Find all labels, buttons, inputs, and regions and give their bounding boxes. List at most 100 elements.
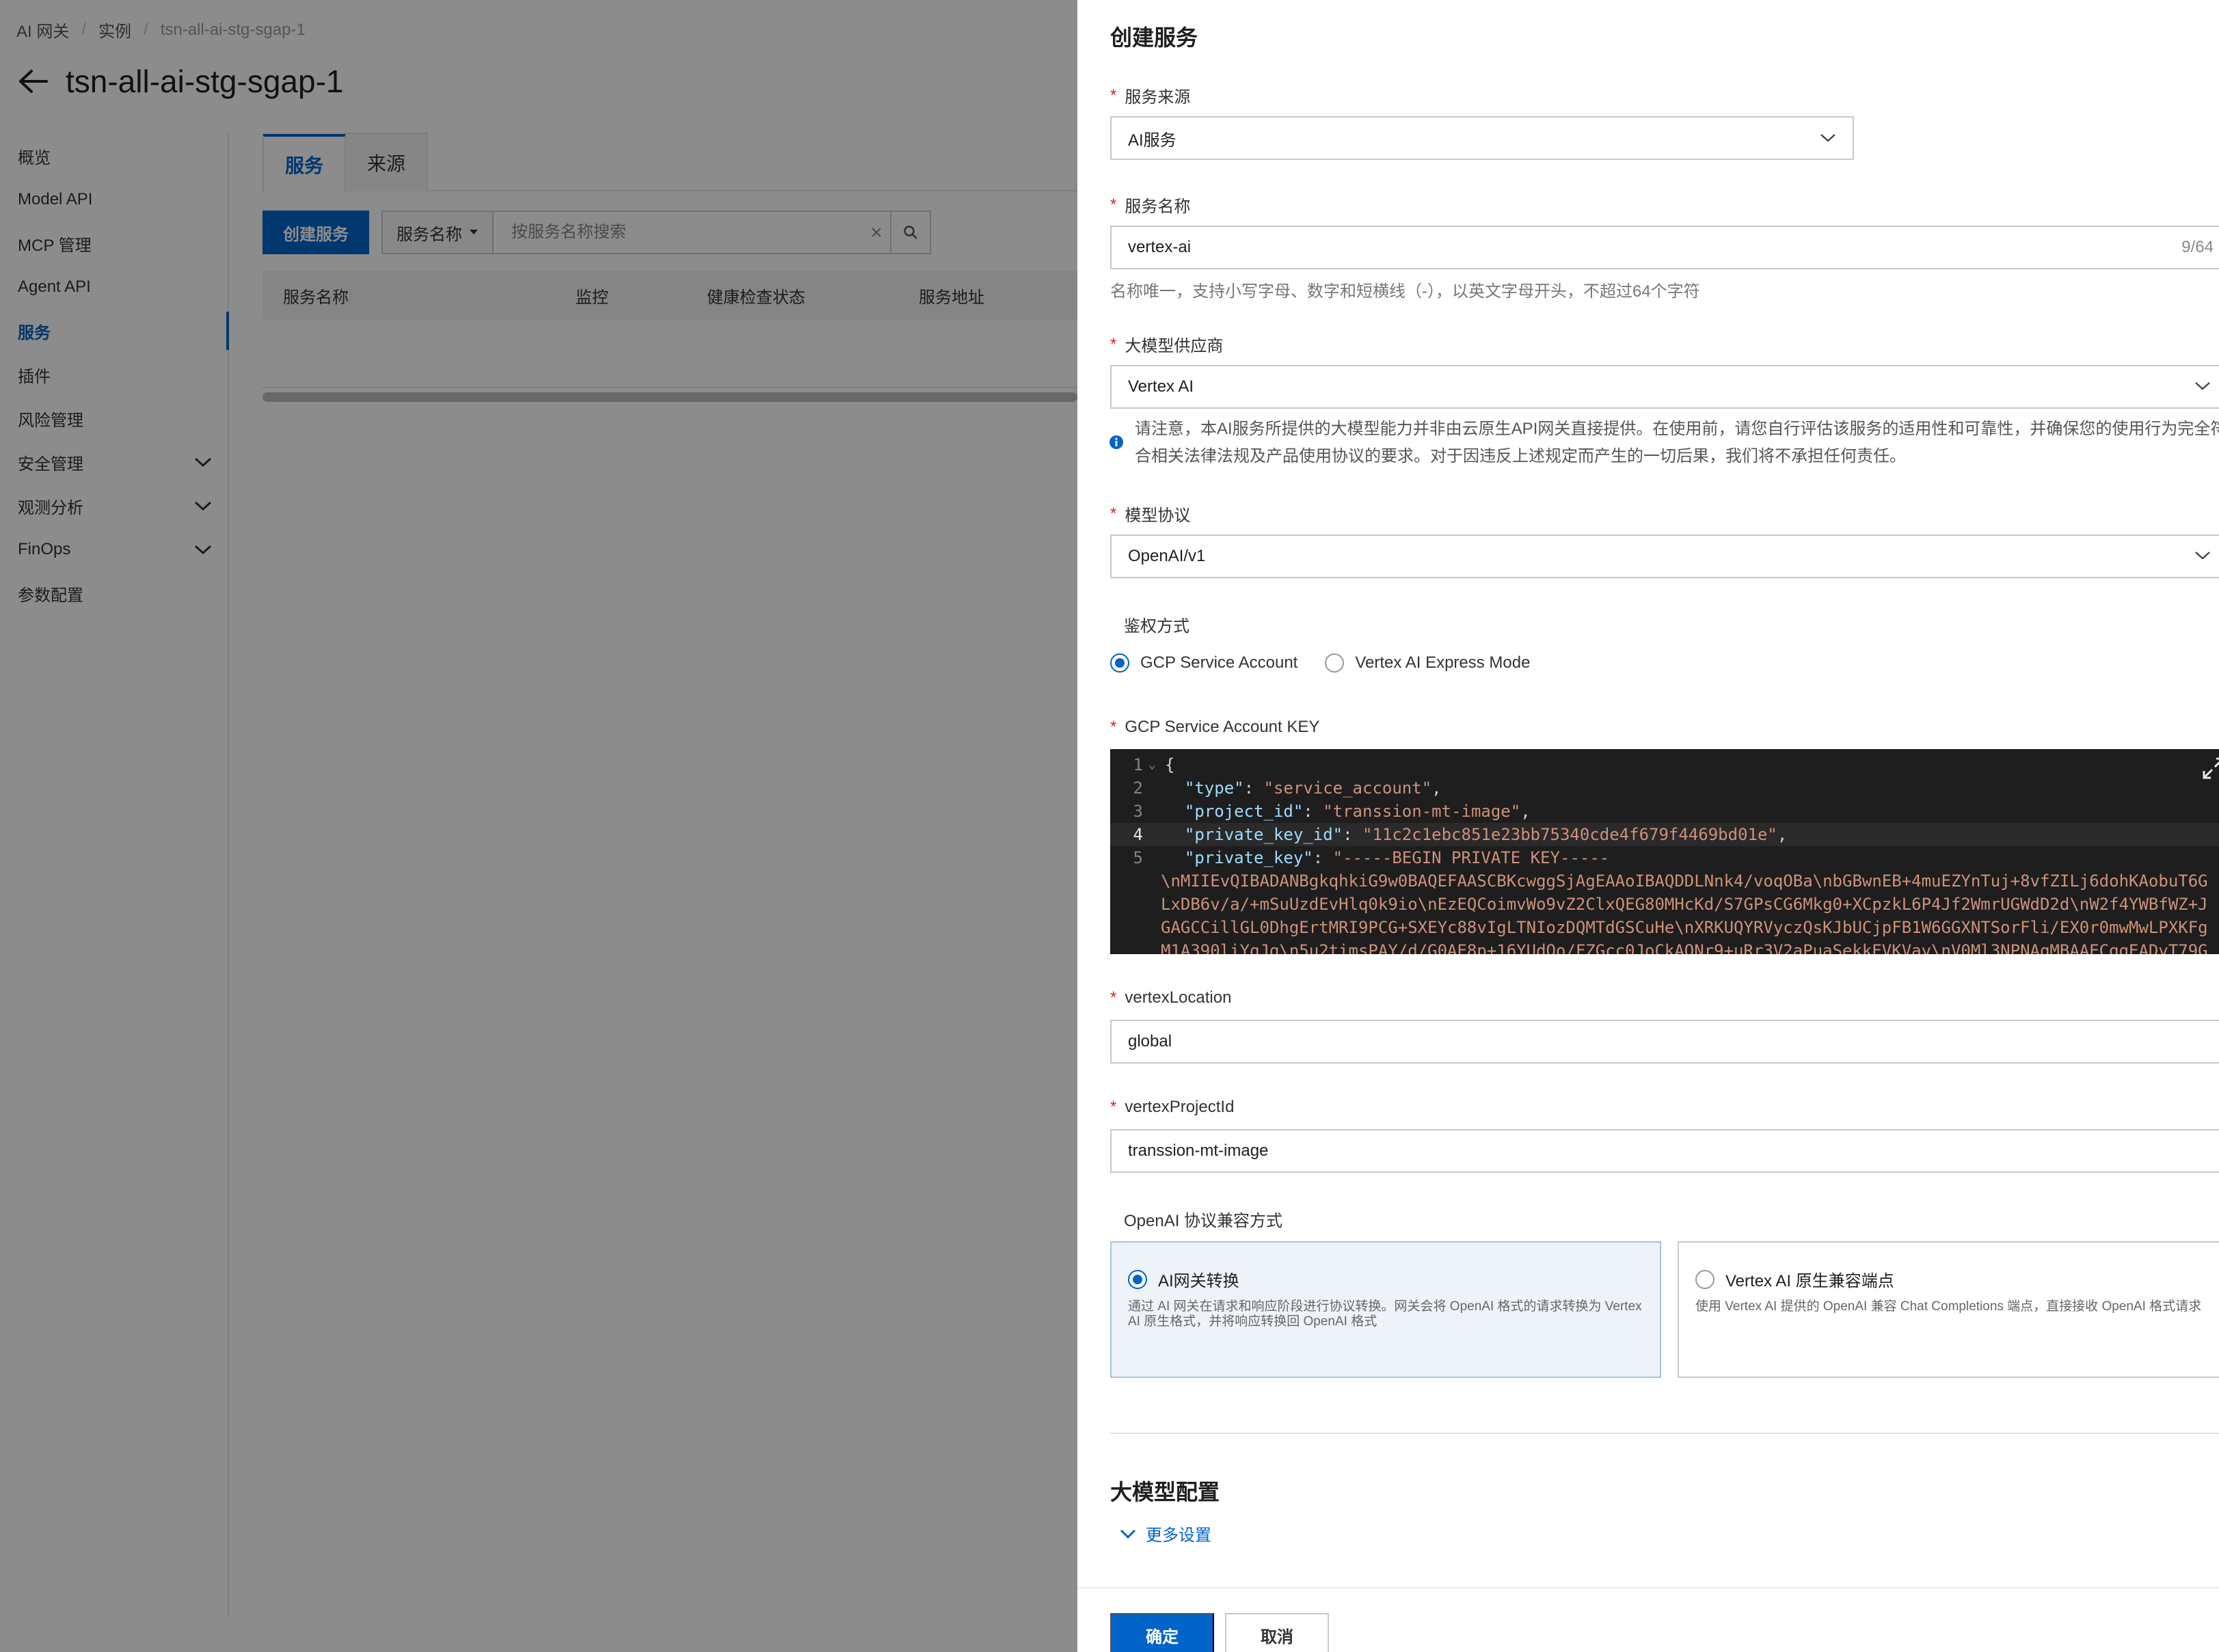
chevron-down-icon xyxy=(2195,382,2210,390)
json-key: "private_key_id" xyxy=(1184,825,1343,844)
code-line: 5 "private_key": "-----BEGIN PRIVATE KEY… xyxy=(1110,846,2219,869)
vertex-location-input[interactable]: global xyxy=(1110,1020,2219,1064)
service-source-value: AI服务 xyxy=(1128,131,1176,150)
compat-card-title: Vertex AI 原生兼容端点 xyxy=(1695,1267,2211,1291)
provider-notice: 请注意，本AI服务所提供的大模型能力并非由云原生API网关直接提供。在使用前，请… xyxy=(1109,416,2219,470)
compat-card-native[interactable]: Vertex AI 原生兼容端点 使用 Vertex AI 提供的 OpenAI… xyxy=(1678,1241,2219,1378)
auth-option-label: Vertex AI Express Mode xyxy=(1355,653,1531,672)
code-text: "project_id": "transsion-mt-image", xyxy=(1184,802,1531,821)
protocol-label: * 模型协议 xyxy=(1110,502,1190,526)
json-value: "service_account" xyxy=(1263,778,1432,798)
expand-icon[interactable] xyxy=(2201,756,2219,781)
service-name-value: vertex-ai xyxy=(1128,238,1192,256)
service-name-label-text: 服务名称 xyxy=(1125,198,1191,216)
provider-label-text: 大模型供应商 xyxy=(1125,337,1224,355)
chevron-down-icon xyxy=(2195,552,2210,560)
radio-unchecked-icon xyxy=(1325,653,1345,673)
radio-checked-icon xyxy=(1110,653,1129,673)
code-text: { xyxy=(1165,755,1175,774)
vertex-project-label: * vertexProjectId xyxy=(1110,1098,1234,1117)
fold-gutter xyxy=(1148,800,1165,823)
json-key: "project_id" xyxy=(1184,802,1304,821)
notice-text: 请注意，本AI服务所提供的大模型能力并非由云原生API网关直接提供。在使用前，请… xyxy=(1135,420,2219,465)
json-key: "type" xyxy=(1184,778,1244,798)
modal-overlay[interactable] xyxy=(0,0,1077,1652)
provider-label: * 大模型供应商 xyxy=(1110,332,1223,356)
gcp-key-editor[interactable]: 1 ⌄{ 2 "type": "service_account", 3 "proj… xyxy=(1110,749,2219,954)
auth-option-label: GCP Service Account xyxy=(1140,653,1298,672)
json-value: "-----BEGIN PRIVATE KEY----- xyxy=(1332,848,1610,867)
auth-label: 鉴权方式 xyxy=(1124,617,1189,636)
protocol-label-text: 模型协议 xyxy=(1125,506,1191,525)
compat-card-gateway[interactable]: AI网关转换 通过 AI 网关在请求和响应阶段进行协议转换。网关会将 OpenA… xyxy=(1110,1241,1661,1378)
protocol-select[interactable]: OpenAI/v1 xyxy=(1110,534,2219,578)
fold-gutter xyxy=(1148,846,1165,869)
section-divider xyxy=(1110,1433,2219,1434)
code-line: 3 "project_id": "transsion-mt-image", xyxy=(1110,800,2219,823)
footer-divider xyxy=(1077,1587,2219,1588)
required-mark: * xyxy=(1110,504,1117,523)
more-settings-toggle[interactable]: 更多设置 xyxy=(1120,1521,1211,1545)
code-text: "private_key_id": "11c2c1ebc851e23bb7534… xyxy=(1184,825,1788,844)
line-number: 3 xyxy=(1133,802,1143,821)
vertex-project-input[interactable]: transsion-mt-image xyxy=(1110,1129,2219,1173)
service-source-label: * 服务来源 xyxy=(1110,83,1190,107)
required-mark: * xyxy=(1110,1098,1117,1116)
json-value: "11c2c1ebc851e23bb75340cde4f679f4469bd01… xyxy=(1362,825,1777,844)
service-name-input[interactable]: vertex-ai 9/64 xyxy=(1110,226,2219,269)
vertex-location-label-text: vertexLocation xyxy=(1125,988,1232,1007)
json-key: "private_key" xyxy=(1184,848,1313,867)
compat-card-title: AI网关转换 xyxy=(1128,1267,1643,1291)
service-source-select[interactable]: AI服务 xyxy=(1110,116,1854,160)
radio-unchecked-icon xyxy=(1695,1269,1714,1289)
protocol-value: OpenAI/v1 xyxy=(1128,547,1206,565)
fold-icon[interactable]: ⌄ xyxy=(1148,753,1165,776)
service-source-label-text: 服务来源 xyxy=(1125,88,1191,107)
gcp-key-label: * GCP Service Account KEY xyxy=(1110,718,1319,737)
required-mark: * xyxy=(1110,988,1117,1007)
fold-gutter xyxy=(1148,776,1165,800)
confirm-button[interactable]: 确定 xyxy=(1110,1613,1214,1652)
code-text: "type": "service_account", xyxy=(1184,778,1442,798)
json-value: "transsion-mt-image" xyxy=(1323,802,1521,821)
compat-card-title-text: Vertex AI 原生兼容端点 xyxy=(1725,1272,1894,1290)
required-mark: * xyxy=(1110,718,1117,736)
vertex-project-label-text: vertexProjectId xyxy=(1125,1098,1235,1116)
code-wrapped-text: GAGCCillGL0DhgErtMRI9PCG+SXEYc88vIgLTNIo… xyxy=(1161,918,2208,937)
more-settings-label: 更多设置 xyxy=(1146,1526,1211,1545)
line-number: 5 xyxy=(1133,848,1143,867)
code-text: "private_key": "-----BEGIN PRIVATE KEY--… xyxy=(1184,848,1610,867)
line-number: 2 xyxy=(1133,778,1143,798)
auth-radio-group: GCP Service Account Vertex AI Express Mo… xyxy=(1110,653,1530,673)
provider-select[interactable]: Vertex AI xyxy=(1110,365,2219,409)
info-icon xyxy=(1110,435,1123,449)
required-mark: * xyxy=(1110,85,1117,105)
code-wrapped-text: M1A390liYqJg\n5u2timsPAY/d/G0AE8p+16YUdO… xyxy=(1161,941,2208,954)
vertex-location-label: * vertexLocation xyxy=(1110,988,1231,1007)
code-line-active: 4 "private_key_id": "11c2c1ebc851e23bb75… xyxy=(1110,823,2219,846)
char-counter: 9/64 xyxy=(2181,238,2214,256)
service-name-help: 名称唯一，支持小写字母、数字和短横线（-），以英文字母开头，不超过64个字符 xyxy=(1110,282,1700,301)
line-number: 4 xyxy=(1133,825,1143,844)
compat-label: OpenAI 协议兼容方式 xyxy=(1124,1212,1283,1230)
radio-checked-icon xyxy=(1128,1269,1147,1289)
cancel-button[interactable]: 取消 xyxy=(1225,1613,1329,1652)
service-name-label: * 服务名称 xyxy=(1110,193,1190,217)
drawer-title: 创建服务 xyxy=(1110,25,1198,50)
auth-option-express[interactable]: Vertex AI Express Mode xyxy=(1325,653,1530,673)
provider-value: Vertex AI xyxy=(1128,377,1194,396)
vertex-project-value: transsion-mt-image xyxy=(1128,1141,1269,1160)
chevron-down-icon xyxy=(1120,1529,1136,1539)
model-config-title: 大模型配置 xyxy=(1110,1480,1220,1504)
compat-card-title-text: AI网关转换 xyxy=(1158,1272,1239,1290)
code-line: 2 "type": "service_account", xyxy=(1110,776,2219,800)
code-line: 1 ⌄{ xyxy=(1110,753,2219,776)
vertex-location-value: global xyxy=(1128,1032,1172,1051)
auth-option-gcp[interactable]: GCP Service Account xyxy=(1110,653,1297,673)
fold-gutter xyxy=(1148,823,1165,846)
chevron-down-icon xyxy=(1820,134,1835,142)
line-number: 1 xyxy=(1133,755,1143,774)
code-wrapped-text: LxDB6v/a/+mSuUzdEvHlq0k9io\nEzEQCoimvWo9… xyxy=(1161,895,2208,914)
required-mark: * xyxy=(1110,195,1117,214)
compat-card-desc: 使用 Vertex AI 提供的 OpenAI 兼容 Chat Completi… xyxy=(1695,1299,2202,1314)
